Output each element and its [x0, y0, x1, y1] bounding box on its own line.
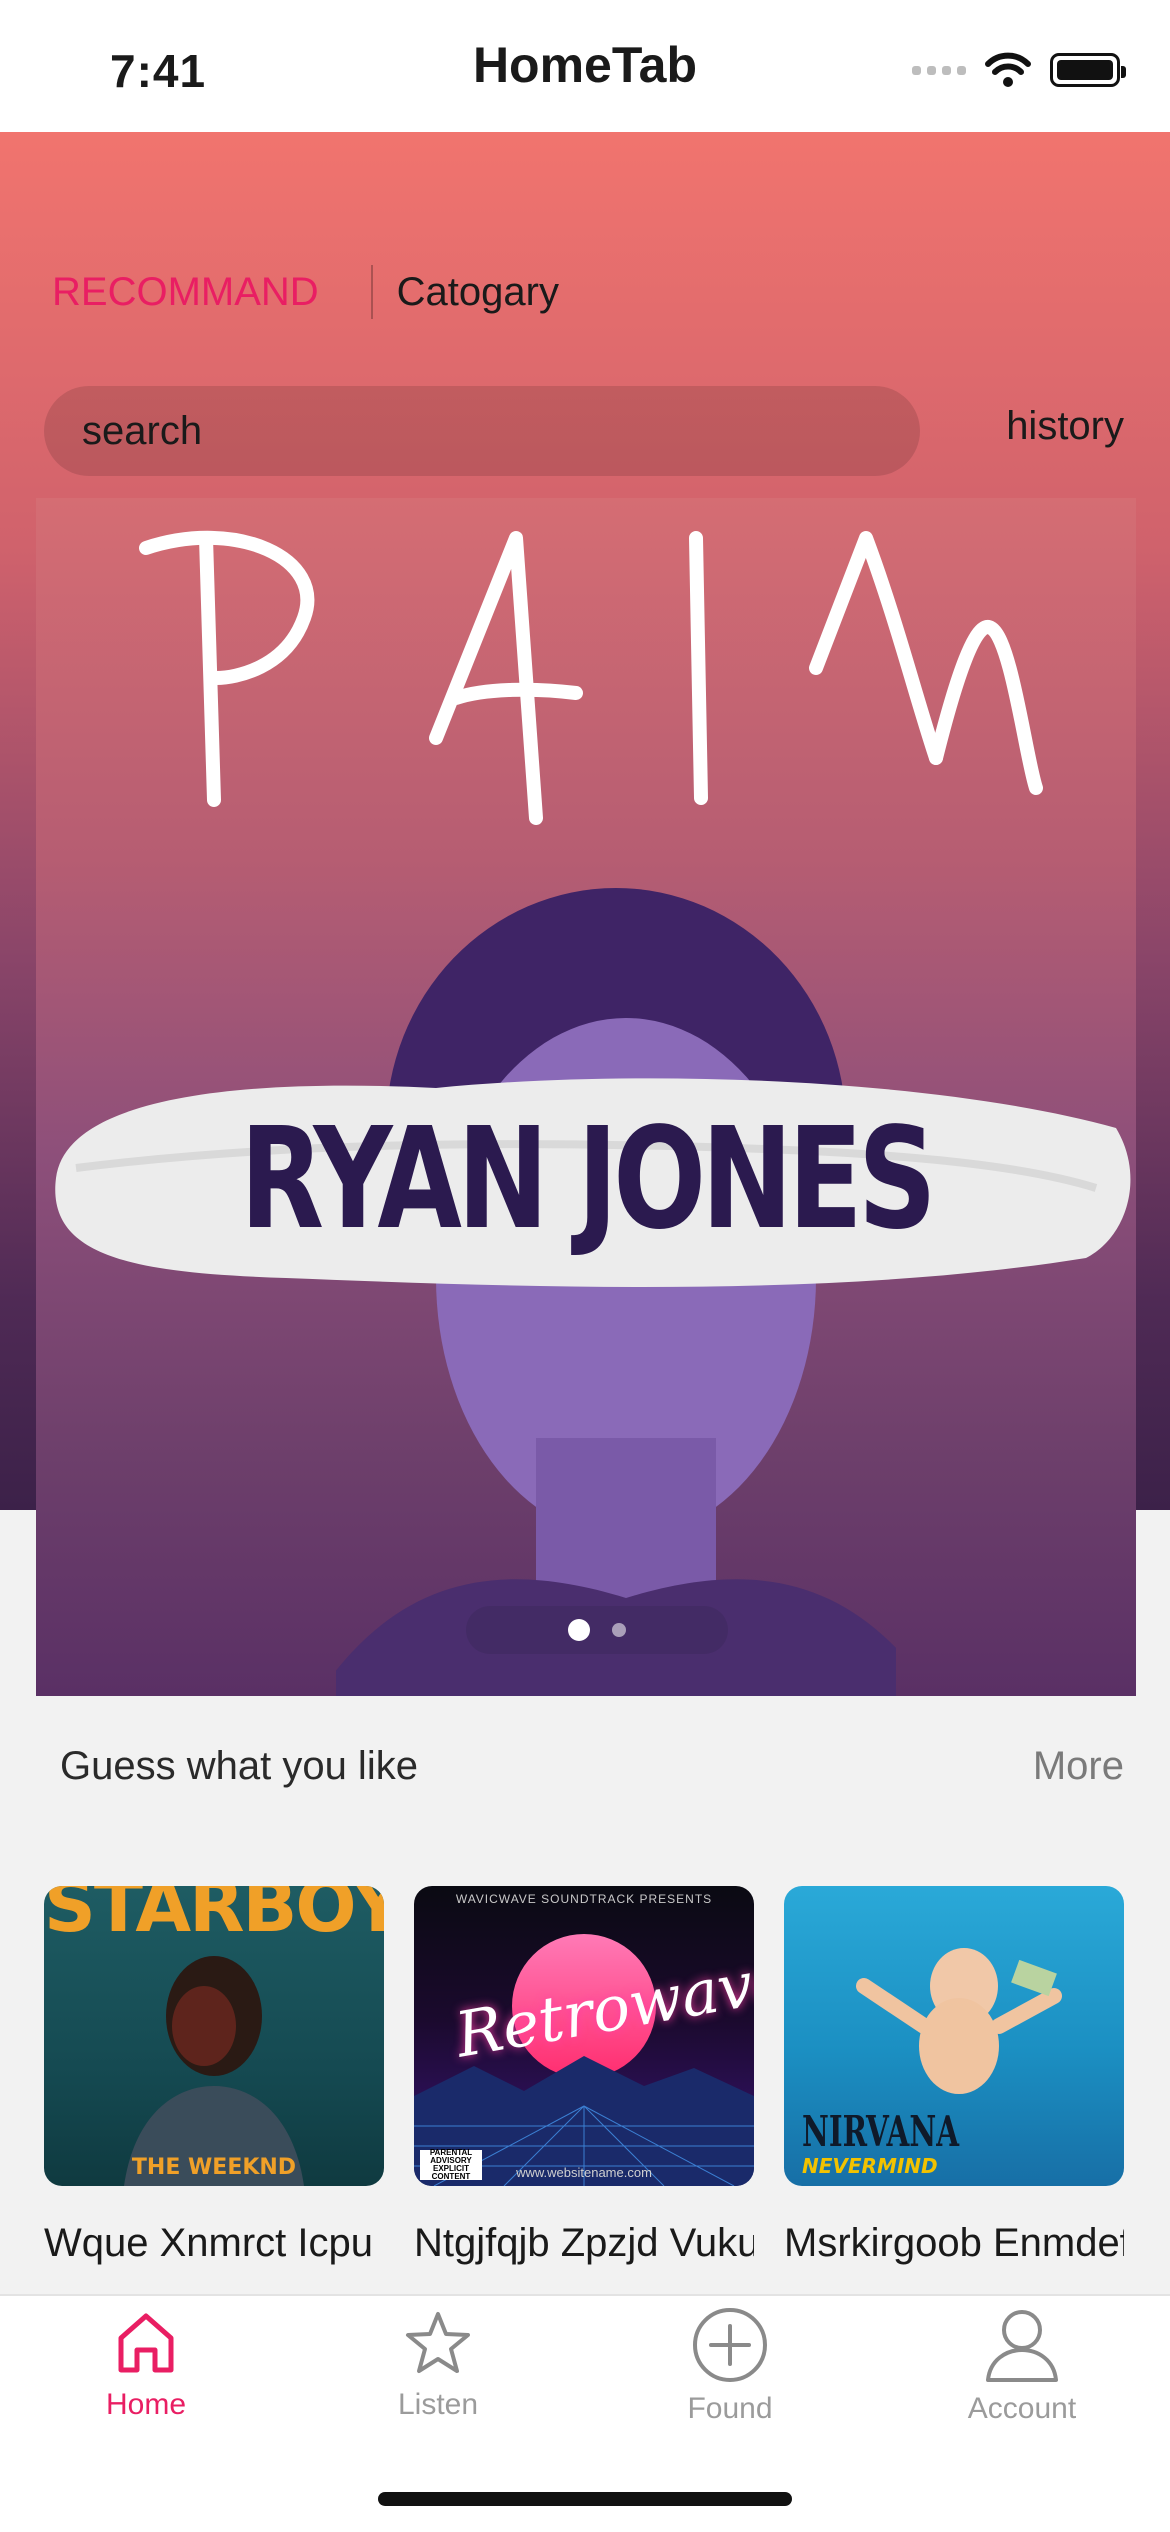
banner-artist-name: RYAN JONES — [240, 1098, 937, 1261]
pager-dot[interactable] — [612, 1623, 626, 1637]
pager-dot-active[interactable] — [568, 1619, 590, 1641]
cover-baby-image — [856, 1948, 1062, 2094]
starboy-cover[interactable]: STARBOY THE WEEKND — [44, 1886, 384, 2186]
search-placeholder: search — [82, 408, 203, 453]
album-title: Wque Xnmrct Icpu Qiw — [44, 2221, 384, 2265]
tab-category[interactable]: Catogary — [397, 270, 559, 315]
album-card[interactable]: STARBOY THE WEEKND Wque Xnmrct Icpu Qiw — [44, 1886, 384, 2268]
status-icons — [912, 50, 1126, 90]
cover-artist-text: THE WEEKND — [131, 2155, 297, 2180]
album-list: STARBOY THE WEEKND Wque Xnmrct Icpu Qiw … — [0, 1838, 1170, 2298]
album-title: Msrkirgoob Enmdefhk Qbsx — [784, 2221, 1124, 2265]
album-title: Ntgjfqjb Zpzjd Vukuiwnqw Kyc — [414, 2221, 754, 2265]
tab-listen-label: Listen — [397, 2388, 479, 2421]
nirvana-cover[interactable]: NIRVANA NEVERMIND — [784, 1886, 1124, 2186]
retrowave-cover[interactable]: WAVICWAVE SOUNDTRACK PRESENTS Retrowave … — [414, 1886, 754, 2186]
section-header: Guess what you like More — [0, 1696, 1170, 1838]
cover-title-text: STARBOY — [44, 1886, 384, 1948]
battery-icon — [1050, 53, 1126, 87]
person-icon — [986, 2310, 1058, 2382]
cover-person-image — [124, 1956, 304, 2186]
tab-account[interactable]: Account — [876, 2306, 1168, 2426]
top-tabs: RECOMMAND Catogary — [52, 262, 559, 322]
album-card[interactable]: WAVICWAVE SOUNDTRACK PRESENTS Retrowave … — [414, 1886, 754, 2268]
tab-listen[interactable]: Listen — [292, 2306, 584, 2422]
status-bar: 7:41 HomeTab — [0, 0, 1170, 132]
tab-recommend[interactable]: RECOMMAND — [52, 270, 319, 315]
tab-found-label: Found — [687, 2392, 773, 2425]
tab-found[interactable]: Found — [584, 2306, 876, 2426]
star-icon — [406, 2312, 470, 2373]
cover-header-text: WAVICWAVE SOUNDTRACK PRESENTS — [455, 1892, 713, 1906]
tab-divider — [370, 265, 373, 319]
home-icon — [118, 2313, 174, 2373]
home-indicator — [378, 2492, 792, 2506]
banner-handwritten-title — [139, 530, 1043, 825]
tab-account-label: Account — [967, 2392, 1077, 2425]
tab-home[interactable]: Home — [0, 2306, 292, 2422]
signal-icon — [912, 65, 966, 75]
cover-album-text: NEVERMIND — [802, 2154, 938, 2178]
banner-carousel[interactable]: RYAN JONES — [36, 498, 1136, 1696]
more-button[interactable]: More — [1033, 1744, 1124, 1789]
carousel-pager[interactable] — [466, 1606, 728, 1654]
tab-home-label: Home — [105, 2388, 187, 2421]
section-title: Guess what you like — [60, 1744, 418, 1788]
history-button[interactable]: history — [1006, 404, 1124, 449]
wifi-icon — [985, 52, 1031, 87]
plus-circle-icon — [693, 2308, 767, 2382]
cover-band-text: NIRVANA — [802, 2107, 960, 2156]
search-input[interactable]: search — [44, 386, 920, 476]
album-card[interactable]: NIRVANA NEVERMIND Msrkirgoob Enmdefhk Qb… — [784, 1886, 1124, 2268]
cover-url-text: www.websitename.com — [516, 2165, 652, 2180]
